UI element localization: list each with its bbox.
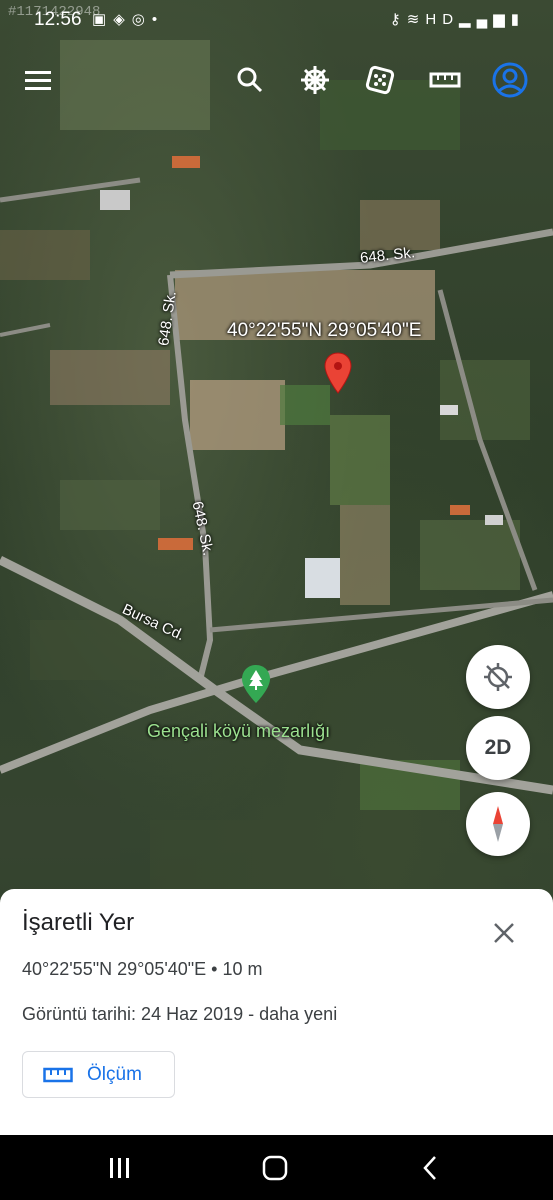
status-left-icons: ▣◈◎• (92, 10, 164, 28)
back-icon (423, 1156, 436, 1180)
home-button[interactable] (245, 1147, 305, 1189)
wifi-icon: ≋ (406, 11, 426, 28)
feeling-lucky-button[interactable] (358, 56, 402, 104)
menu-button[interactable] (16, 56, 60, 104)
battery-icon: ▮ (510, 11, 525, 28)
search-button[interactable] (228, 56, 272, 104)
status-bar: 12:56 ▣◈◎• ⚷≋HD▂▄▆▮ (0, 0, 553, 40)
ruler-icon (429, 72, 461, 88)
account-button[interactable] (488, 56, 532, 104)
map-pin-icon[interactable] (324, 352, 352, 394)
sheet-title: İşaretli Yer (22, 909, 135, 936)
account-icon (492, 62, 528, 98)
poi-label[interactable]: Gençali köyü mezarlığı (147, 721, 330, 742)
compass-icon (493, 806, 503, 842)
voyager-icon (301, 66, 329, 94)
voyager-button[interactable] (293, 56, 337, 104)
view-mode-button[interactable]: 2D (466, 716, 530, 780)
instagram-icon: ◎ (131, 11, 152, 28)
dot-icon: • (151, 11, 165, 28)
recents-icon (110, 1158, 129, 1178)
recents-button[interactable] (90, 1147, 150, 1189)
status-right-icons: ⚷≋HD▂▄▆▮ (390, 10, 525, 28)
close-icon (494, 923, 514, 943)
home-icon (262, 1155, 288, 1181)
measure-button[interactable] (423, 56, 467, 104)
system-nav-bar (0, 1135, 553, 1200)
key-icon: ⚷ (389, 11, 407, 28)
image-icon: ▣ (92, 11, 114, 28)
signal-icon: ▂▄▆ (459, 11, 511, 28)
back-button[interactable] (400, 1147, 460, 1189)
sheet-coordinates: 40°22'55"N 29°05'40"E • 10 m (22, 959, 263, 979)
status-time: 12:56 (34, 9, 82, 30)
cemetery-poi-icon[interactable] (241, 664, 271, 704)
imagery-date: Görüntü tarihi: 24 Haz 2019 - daha yeni (22, 1004, 338, 1024)
dice-icon (365, 65, 395, 95)
cube-icon: ◈ (113, 11, 132, 28)
close-button[interactable] (484, 913, 524, 953)
measure-label: Ölçüm (87, 1063, 142, 1085)
location-off-icon (484, 663, 512, 691)
hd-icon: HD (425, 11, 460, 28)
compass-button[interactable] (466, 792, 530, 856)
search-icon (237, 67, 263, 93)
place-details-sheet: İşaretli Yer 40°22'55"N 29°05'40"E • 10 … (0, 889, 553, 1135)
top-toolbar (0, 56, 553, 106)
ruler-icon (43, 1067, 73, 1083)
measure-chip[interactable]: Ölçüm (22, 1051, 175, 1098)
my-location-button[interactable] (466, 645, 530, 709)
pin-coordinates-label: 40°22'55"N 29°05'40"E (227, 320, 422, 341)
menu-icon (25, 71, 51, 90)
